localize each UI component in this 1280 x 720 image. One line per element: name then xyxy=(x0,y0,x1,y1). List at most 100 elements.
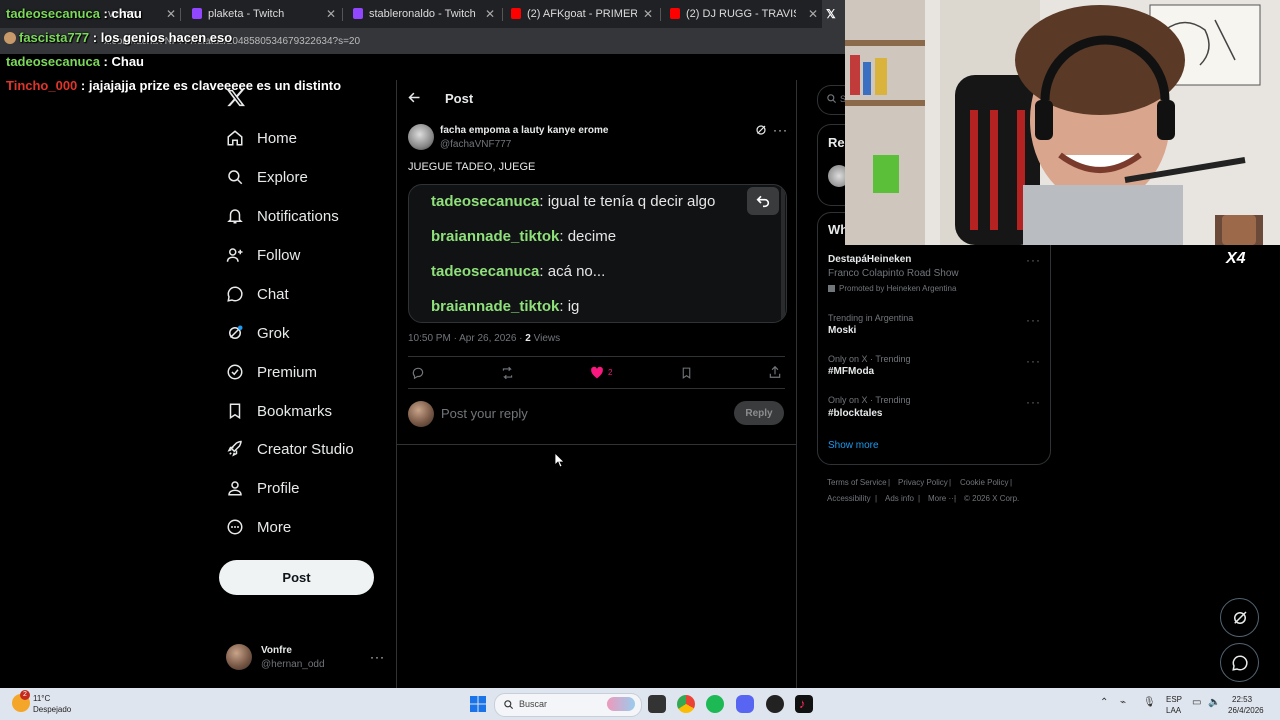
language-top[interactable]: ESP xyxy=(1166,695,1182,704)
browser-tab[interactable]: stableronaldo - Twitch ✕ xyxy=(345,0,503,28)
bookmark-icon[interactable] xyxy=(680,366,693,380)
stream-chat-line: tadeosecanuca : Chau xyxy=(6,54,144,69)
reply-icon[interactable] xyxy=(411,366,425,380)
nav-label: Grok xyxy=(257,324,290,342)
account-switcher[interactable]: Vonfre @hernan_odd ··· xyxy=(226,644,396,674)
author-name[interactable]: facha empoma a lauty kanye erome xyxy=(440,125,608,136)
emote-multiplier: X4 xyxy=(1226,250,1246,267)
discord-icon[interactable] xyxy=(736,695,754,713)
card-title: Re xyxy=(828,135,845,150)
show-more-link[interactable]: Show more xyxy=(828,440,879,451)
image-chat-user: braiannade_tiktok xyxy=(431,228,560,245)
footer-sep: | xyxy=(875,494,878,503)
nav-label: Follow xyxy=(257,246,301,264)
nav-explore[interactable]: Explore xyxy=(222,160,308,194)
footer-link[interactable]: Cookie Policy xyxy=(960,478,1008,487)
divider xyxy=(408,388,785,389)
home-icon xyxy=(222,125,248,151)
chat-bubble-icon xyxy=(222,281,248,307)
chat-message: los genios hacen eso xyxy=(100,30,233,45)
trend-name: #MFModa xyxy=(828,366,875,377)
whats-happening-card: Wh xyxy=(817,212,1051,465)
footer-link[interactable]: Accessibility xyxy=(827,494,871,503)
chrome-icon[interactable] xyxy=(677,695,695,713)
chat-username: tadeosecanuca xyxy=(6,54,100,69)
share-icon[interactable] xyxy=(768,365,782,379)
spotify-icon[interactable] xyxy=(706,695,724,713)
nav-follow[interactable]: Follow xyxy=(222,238,300,272)
chat-username: tadeosecanuca xyxy=(6,6,100,21)
more-dots-icon[interactable]: ··· xyxy=(773,123,788,137)
close-tab-icon[interactable]: ✕ xyxy=(808,7,818,21)
nav-profile[interactable]: Profile xyxy=(222,471,300,505)
footer-copyright: © 2026 X Corp. xyxy=(964,494,1020,503)
footer-sep: | xyxy=(918,494,921,503)
footer-link[interactable]: Ads info xyxy=(885,494,914,503)
nav-premium[interactable]: Premium xyxy=(222,355,317,389)
author-avatar[interactable] xyxy=(408,124,434,150)
nav-more[interactable]: More xyxy=(222,510,291,544)
nav-chat[interactable]: Chat xyxy=(222,277,289,311)
post-button[interactable]: Post xyxy=(219,560,374,595)
close-tab-icon[interactable]: ✕ xyxy=(326,7,336,21)
footer-link[interactable]: Privacy Policy xyxy=(898,478,948,487)
browser-tab[interactable]: (2) DJ RUGG - TRAVIS RKT ft @ ✕ xyxy=(662,0,820,28)
post-image[interactable]: tadeosecanuca: igual te tenía q decir al… xyxy=(408,184,787,323)
chevron-up-icon[interactable]: ⌃ xyxy=(1100,697,1108,708)
nav-creator-studio[interactable]: Creator Studio xyxy=(222,432,354,466)
nav-label: Profile xyxy=(257,479,300,497)
close-tab-icon[interactable]: ✕ xyxy=(485,7,495,21)
tiktok-icon[interactable]: ♪ xyxy=(795,695,813,713)
grok-float-button[interactable] xyxy=(1220,598,1259,637)
more-dots-icon[interactable]: ··· xyxy=(1026,253,1041,267)
nav-label: Bookmarks xyxy=(257,402,333,420)
chat-username: Tincho_000 xyxy=(6,78,78,93)
close-tab-icon[interactable]: ✕ xyxy=(166,7,176,21)
file-explorer-icon[interactable] xyxy=(648,695,666,713)
back-arrow-icon[interactable] xyxy=(407,90,422,105)
taskbar-search-label: Buscar xyxy=(519,699,548,709)
like-button[interactable]: 2 xyxy=(590,366,612,379)
webcam-overlay: X4 xyxy=(845,0,1280,245)
search-icon xyxy=(222,164,248,190)
image-chat-message: : acá no... xyxy=(539,263,606,280)
repost-icon[interactable] xyxy=(500,366,515,380)
browser-tab[interactable]: (2) AFKgoat - PRIMERA IMPRES ✕ xyxy=(503,0,661,28)
nav-home[interactable]: Home xyxy=(222,121,297,155)
more-dots-icon[interactable]: ··· xyxy=(1026,395,1041,409)
image-chat-user: tadeosecanuca xyxy=(431,193,540,210)
display-icon[interactable]: ▭ xyxy=(1192,697,1201,708)
column-divider xyxy=(796,80,797,688)
author-handle[interactable]: @fachaVNF777 xyxy=(440,139,511,150)
windows-start-icon[interactable] xyxy=(470,696,486,712)
footer-sep: | xyxy=(949,478,952,487)
obs-icon[interactable] xyxy=(766,695,784,713)
messages-float-button[interactable] xyxy=(1220,643,1259,682)
reply-input[interactable]: Post your reply xyxy=(441,406,528,421)
grok-icon xyxy=(222,320,248,346)
close-tab-icon[interactable]: ✕ xyxy=(643,7,653,21)
chat-username: fascista777 xyxy=(19,30,90,45)
reply-button[interactable]: Reply xyxy=(734,401,784,425)
footer-link[interactable]: Terms of Service xyxy=(827,478,887,487)
network-icon[interactable]: ⌁ xyxy=(1120,697,1126,708)
footer-link[interactable]: More ··· xyxy=(928,494,956,503)
more-dots-icon[interactable]: ··· xyxy=(1026,313,1041,327)
microphone-icon[interactable]: 🎙 xyxy=(1143,697,1156,708)
nav-bookmarks[interactable]: Bookmarks xyxy=(222,394,332,428)
volume-icon[interactable]: 🔈 xyxy=(1208,697,1220,708)
browser-tab[interactable]: plaketa - Twitch ✕ xyxy=(184,0,342,28)
grok-icon[interactable] xyxy=(755,124,767,136)
trend-name: Moski xyxy=(828,325,857,336)
language-bottom[interactable]: LAA xyxy=(1166,706,1181,715)
x-logo[interactable] xyxy=(226,88,246,108)
taskbar-search[interactable]: Buscar xyxy=(494,693,642,717)
nav-notifications[interactable]: Notifications xyxy=(222,199,339,233)
nav-grok[interactable]: Grok xyxy=(222,316,290,350)
clock-time[interactable]: 22:53 xyxy=(1232,695,1252,704)
browser-tab-active[interactable]: 𝕏 xyxy=(822,0,845,28)
more-dots-icon[interactable]: ··· xyxy=(1026,354,1041,368)
tab-title: (2) AFKgoat - PRIMERA IMPRES xyxy=(527,8,637,20)
promoted-by: Promoted by Heineken Argentina xyxy=(828,284,956,293)
clock-date[interactable]: 26/4/2026 xyxy=(1228,706,1264,715)
